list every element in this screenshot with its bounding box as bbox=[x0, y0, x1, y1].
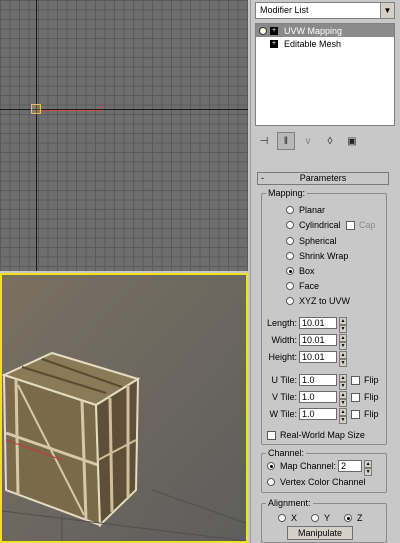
show-end-result-icon[interactable]: ‖ bbox=[277, 132, 295, 150]
width-spinner[interactable]: ▲ ▼ bbox=[339, 334, 347, 350]
v-tile-field[interactable]: 1.0 bbox=[299, 391, 337, 403]
modifier-list-label: Modifier List bbox=[260, 5, 309, 15]
u-flip-checkbox[interactable] bbox=[351, 375, 360, 385]
alignment-group-title: Alignment: bbox=[266, 498, 313, 508]
width-field[interactable]: 10.01 bbox=[299, 334, 337, 346]
cap-checkbox[interactable]: Cap bbox=[346, 220, 376, 230]
radio-align-z[interactable]: Z bbox=[344, 513, 363, 523]
crate-render bbox=[2, 275, 246, 541]
pin-stack-icon[interactable]: ⊣ bbox=[255, 132, 273, 150]
stack-item-label: UVW Mapping bbox=[284, 25, 343, 36]
radio-shrink-wrap[interactable]: Shrink Wrap bbox=[286, 251, 348, 261]
radio-box[interactable]: Box bbox=[286, 266, 315, 276]
u-tile-spinner[interactable]: ▲ ▼ bbox=[339, 374, 347, 390]
modifier-stack[interactable]: + UVW Mapping + Editable Mesh bbox=[255, 23, 395, 126]
length-row: Length: 10.01 ▲ ▼ bbox=[267, 317, 347, 333]
radio-vertex-color-channel[interactable]: Vertex Color Channel bbox=[267, 477, 366, 487]
height-field[interactable]: 10.01 bbox=[299, 351, 337, 363]
light-bulb-icon[interactable] bbox=[259, 26, 267, 35]
manipulate-button[interactable]: Manipulate bbox=[287, 526, 353, 540]
grid-axis-vertical bbox=[36, 0, 37, 271]
w-tile-spinner[interactable]: ▲ ▼ bbox=[339, 408, 347, 424]
remove-modifier-icon[interactable]: ◊ bbox=[321, 132, 339, 150]
v-tile-spinner[interactable]: ▲ ▼ bbox=[339, 391, 347, 407]
radio-planar[interactable]: Planar bbox=[286, 205, 325, 215]
perspective-viewport[interactable] bbox=[0, 273, 248, 543]
top-viewport[interactable]: × bbox=[0, 0, 248, 271]
height-row: Height: 10.01 ▲ ▼ bbox=[268, 351, 347, 367]
length-field[interactable]: 10.01 bbox=[299, 317, 337, 329]
radio-align-x[interactable]: X bbox=[278, 513, 297, 523]
u-tile-field[interactable]: 1.0 bbox=[299, 374, 337, 386]
radio-face[interactable]: Face bbox=[286, 281, 319, 291]
make-unique-icon[interactable]: ∨ bbox=[299, 132, 317, 150]
collapse-minus-icon[interactable]: - bbox=[261, 173, 264, 184]
map-channel-field[interactable]: 2 bbox=[338, 460, 363, 472]
x-axis-marker-icon: × bbox=[99, 103, 104, 112]
length-spinner[interactable]: ▲ ▼ bbox=[339, 317, 347, 333]
height-spinner[interactable]: ▲ ▼ bbox=[339, 351, 347, 367]
radio-cylindrical[interactable]: Cylindrical bbox=[286, 220, 341, 230]
real-world-map-size-checkbox[interactable]: Real-World Map Size bbox=[267, 430, 365, 440]
radio-spherical[interactable]: Spherical bbox=[286, 236, 337, 246]
map-channel-spinner[interactable]: ▲ ▼ bbox=[364, 460, 373, 476]
u-tile-row: U Tile: 1.0 ▲ ▼ Flip bbox=[271, 374, 379, 390]
rollout-title: Parameters bbox=[299, 173, 347, 183]
parameters-rollout-header[interactable]: - Parameters bbox=[257, 172, 389, 185]
w-tile-field[interactable]: 1.0 bbox=[299, 408, 337, 420]
w-flip-checkbox[interactable] bbox=[351, 409, 360, 419]
command-panel: Modifier List ▼ + UVW Mapping + Editable… bbox=[250, 0, 400, 543]
modifier-list-dropdown[interactable]: Modifier List ▼ bbox=[255, 2, 395, 19]
channel-group-title: Channel: bbox=[266, 448, 307, 458]
w-tile-row: W Tile: 1.0 ▲ ▼ Flip bbox=[269, 408, 379, 424]
v-tile-row: V Tile: 1.0 ▲ ▼ Flip bbox=[271, 391, 379, 407]
uvw-gizmo-line bbox=[37, 110, 101, 111]
selected-object-marker[interactable] bbox=[31, 104, 41, 114]
chevron-down-icon[interactable]: ▼ bbox=[380, 3, 394, 18]
expand-plus-icon[interactable]: + bbox=[270, 39, 278, 48]
configure-modifier-sets-icon[interactable]: ▣ bbox=[343, 132, 361, 150]
width-row: Width: 10.01 ▲ ▼ bbox=[271, 334, 347, 350]
stack-item-uvw-mapping[interactable]: + UVW Mapping bbox=[256, 24, 394, 37]
radio-align-y[interactable]: Y bbox=[311, 513, 330, 523]
radio-map-channel[interactable]: Map Channel: 2 ▲ ▼ bbox=[267, 460, 373, 476]
stack-toolbar: ⊣ ‖ ∨ ◊ ▣ bbox=[255, 132, 395, 150]
stack-item-label: Editable Mesh bbox=[284, 38, 342, 49]
stack-item-editable-mesh[interactable]: + Editable Mesh bbox=[256, 37, 394, 50]
v-flip-checkbox[interactable] bbox=[351, 392, 360, 402]
mapping-group-title: Mapping: bbox=[266, 188, 308, 198]
expand-plus-icon[interactable]: + bbox=[270, 26, 278, 35]
radio-xyz-to-uvw[interactable]: XYZ to UVW bbox=[286, 296, 350, 306]
